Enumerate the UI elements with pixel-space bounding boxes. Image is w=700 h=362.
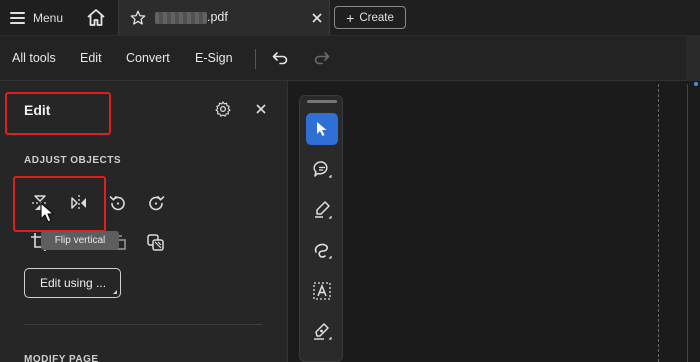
- section-label-modify-page: MODIFY PAGE: [24, 354, 99, 362]
- rotate-right-icon[interactable]: [145, 192, 167, 214]
- main-toolbar: All tools Edit Convert E-Sign: [0, 36, 700, 81]
- section-label-adjust-objects: ADJUST OBJECTS: [24, 155, 122, 166]
- home-icon[interactable]: [84, 6, 108, 30]
- tab-edit[interactable]: Edit: [80, 51, 102, 65]
- flip-vertical-tooltip: Flip vertical: [41, 231, 119, 250]
- edit-using-label: Edit using ...: [40, 276, 107, 290]
- tab-bar: Menu .pdf + Create: [0, 0, 700, 36]
- edit-using-button[interactable]: Edit using ...: [24, 268, 121, 298]
- redo-icon[interactable]: [312, 48, 332, 68]
- window-edge: [686, 36, 700, 81]
- close-tab-icon[interactable]: [308, 9, 326, 27]
- menu-label: Menu: [33, 11, 64, 25]
- draw-lasso-icon[interactable]: [306, 234, 338, 266]
- rotate-left-icon[interactable]: [107, 192, 129, 214]
- plus-icon: +: [346, 9, 355, 26]
- mouse-cursor-icon: [40, 202, 56, 224]
- hamburger-icon: [10, 12, 25, 24]
- tab-convert[interactable]: Convert: [126, 51, 170, 65]
- tab-all-tools[interactable]: All tools: [12, 51, 56, 65]
- gear-icon[interactable]: [214, 100, 232, 118]
- section-divider: [24, 324, 262, 325]
- page-boundary: [658, 84, 659, 362]
- redacted-filename: [155, 12, 207, 24]
- title-highlight-box: [5, 92, 111, 135]
- quick-tools-bar: [299, 95, 343, 362]
- edit-panel: Edit ADJUST OBJECTS Flip vertical Edit u…: [0, 81, 288, 362]
- document-canvas[interactable]: [344, 81, 700, 362]
- tab-e-sign[interactable]: E-Sign: [195, 51, 233, 65]
- star-icon[interactable]: [129, 9, 147, 27]
- select-pointer-icon[interactable]: [306, 113, 338, 145]
- toolbar-divider: [255, 49, 256, 69]
- undo-icon[interactable]: [270, 48, 290, 68]
- selection-handle: [694, 82, 698, 86]
- comment-icon[interactable]: [306, 153, 338, 185]
- scroll-edge: [687, 84, 688, 362]
- menu-button[interactable]: Menu: [10, 8, 63, 28]
- create-label: Create: [359, 11, 394, 24]
- file-extension: .pdf: [207, 10, 228, 24]
- signature-pen-icon[interactable]: [306, 315, 338, 347]
- drag-handle[interactable]: [307, 100, 337, 103]
- create-button[interactable]: + Create: [334, 6, 406, 29]
- dropdown-corner-icon: [113, 290, 117, 294]
- text-select-icon[interactable]: [306, 275, 338, 307]
- highlight-pen-icon[interactable]: [306, 194, 338, 226]
- document-tab[interactable]: .pdf: [118, 0, 330, 36]
- flip-highlight-box: [13, 176, 106, 232]
- arrange-objects-icon[interactable]: [145, 231, 167, 253]
- close-panel-icon[interactable]: [254, 102, 268, 116]
